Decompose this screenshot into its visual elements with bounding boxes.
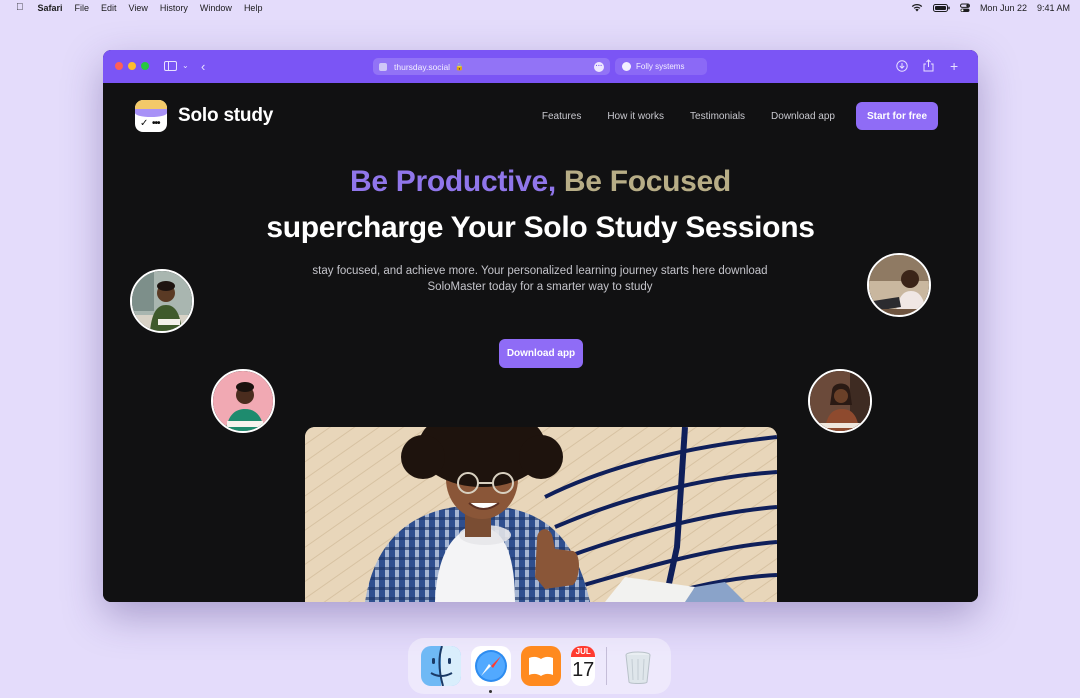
address-url[interactable]: thursday.social bbox=[394, 62, 450, 72]
brand-name: Solo study bbox=[178, 105, 274, 126]
wifi-icon[interactable] bbox=[911, 3, 923, 12]
web-page: ✓ ••• Solo study Features How it works T… bbox=[103, 83, 978, 602]
zoom-window-button[interactable] bbox=[141, 62, 149, 70]
start-for-free-button[interactable]: Start for free bbox=[855, 102, 938, 130]
browser-window: ⌄ ‹ thursday.social 🔒 ··· Folly systems … bbox=[103, 50, 978, 602]
share-icon[interactable] bbox=[923, 59, 934, 75]
close-window-button[interactable] bbox=[115, 62, 123, 70]
lock-icon: 🔒 bbox=[455, 63, 464, 71]
headline-focused: Be Focused bbox=[563, 165, 731, 198]
apple-icon[interactable]:  bbox=[16, 2, 24, 13]
menu-file[interactable]: File bbox=[75, 3, 90, 13]
avatar-student-laptop bbox=[867, 253, 931, 317]
dock-separator bbox=[606, 647, 607, 685]
minimize-window-button[interactable] bbox=[128, 62, 136, 70]
calendar-day: 17 bbox=[572, 659, 595, 681]
hero-description: stay focused, and achieve more. Your per… bbox=[312, 265, 768, 293]
new-tab-icon[interactable]: + bbox=[950, 59, 958, 73]
page-menu-icon[interactable]: ··· bbox=[594, 62, 604, 72]
headline-productive: Be Productive, bbox=[350, 165, 556, 198]
nav-testimonials[interactable]: Testimonials bbox=[690, 111, 745, 122]
address-bar[interactable]: thursday.social 🔒 ··· bbox=[373, 58, 610, 75]
window-controls bbox=[115, 62, 154, 70]
calendar-icon[interactable]: JUL 17 bbox=[571, 646, 596, 686]
nav-download-app[interactable]: Download app bbox=[771, 111, 835, 122]
nav-features[interactable]: Features bbox=[542, 111, 581, 122]
hero-subheadline: supercharge Your Solo Study Sessions bbox=[266, 211, 815, 244]
books-icon[interactable] bbox=[521, 646, 561, 686]
safari-icon[interactable] bbox=[471, 646, 511, 693]
main-nav: Features How it works Testimonials Downl… bbox=[516, 102, 938, 130]
avatar-student-writing bbox=[808, 369, 872, 433]
logo-icon: ✓ ••• bbox=[135, 100, 167, 132]
menu-history[interactable]: History bbox=[160, 3, 188, 13]
download-icon[interactable] bbox=[896, 60, 908, 75]
calendar-month: JUL bbox=[571, 646, 596, 657]
menu-edit[interactable]: Edit bbox=[101, 3, 117, 13]
sidebar-toggle-icon[interactable] bbox=[164, 61, 177, 74]
battery-icon[interactable] bbox=[932, 3, 950, 12]
finder-icon[interactable] bbox=[421, 645, 461, 687]
hero-image bbox=[305, 427, 777, 602]
menu-app-name[interactable]: Safari bbox=[38, 3, 63, 13]
control-center-icon[interactable] bbox=[959, 3, 970, 13]
site-favicon-icon bbox=[379, 62, 387, 71]
tab-label: Folly systems bbox=[636, 62, 685, 71]
back-icon[interactable]: ‹ bbox=[201, 60, 205, 73]
nav-how-it-works[interactable]: How it works bbox=[607, 111, 664, 122]
chevron-down-icon[interactable]: ⌄ bbox=[182, 62, 189, 70]
menu-bar:  Safari File Edit View History Window H… bbox=[0, 0, 1080, 15]
menu-window[interactable]: Window bbox=[200, 3, 232, 13]
menu-view[interactable]: View bbox=[129, 3, 148, 13]
dock: JUL 17 bbox=[408, 638, 671, 694]
trash-icon[interactable] bbox=[618, 646, 658, 686]
menubar-time[interactable]: 9:41 AM bbox=[1037, 3, 1070, 13]
download-app-button[interactable]: Download app bbox=[499, 339, 583, 368]
browser-toolbar: ⌄ ‹ thursday.social 🔒 ··· Folly systems … bbox=[103, 50, 978, 83]
brand-logo[interactable]: ✓ ••• Solo study bbox=[135, 100, 273, 132]
tab-favicon-icon bbox=[622, 62, 631, 71]
menu-help[interactable]: Help bbox=[244, 3, 263, 13]
avatar-student-thinking bbox=[211, 369, 275, 433]
hero-headline: Be Productive, Be Focused bbox=[103, 165, 978, 199]
avatar-student-reading bbox=[130, 269, 194, 333]
tab-folly-systems[interactable]: Folly systems bbox=[615, 58, 707, 75]
menubar-date[interactable]: Mon Jun 22 bbox=[980, 3, 1027, 13]
